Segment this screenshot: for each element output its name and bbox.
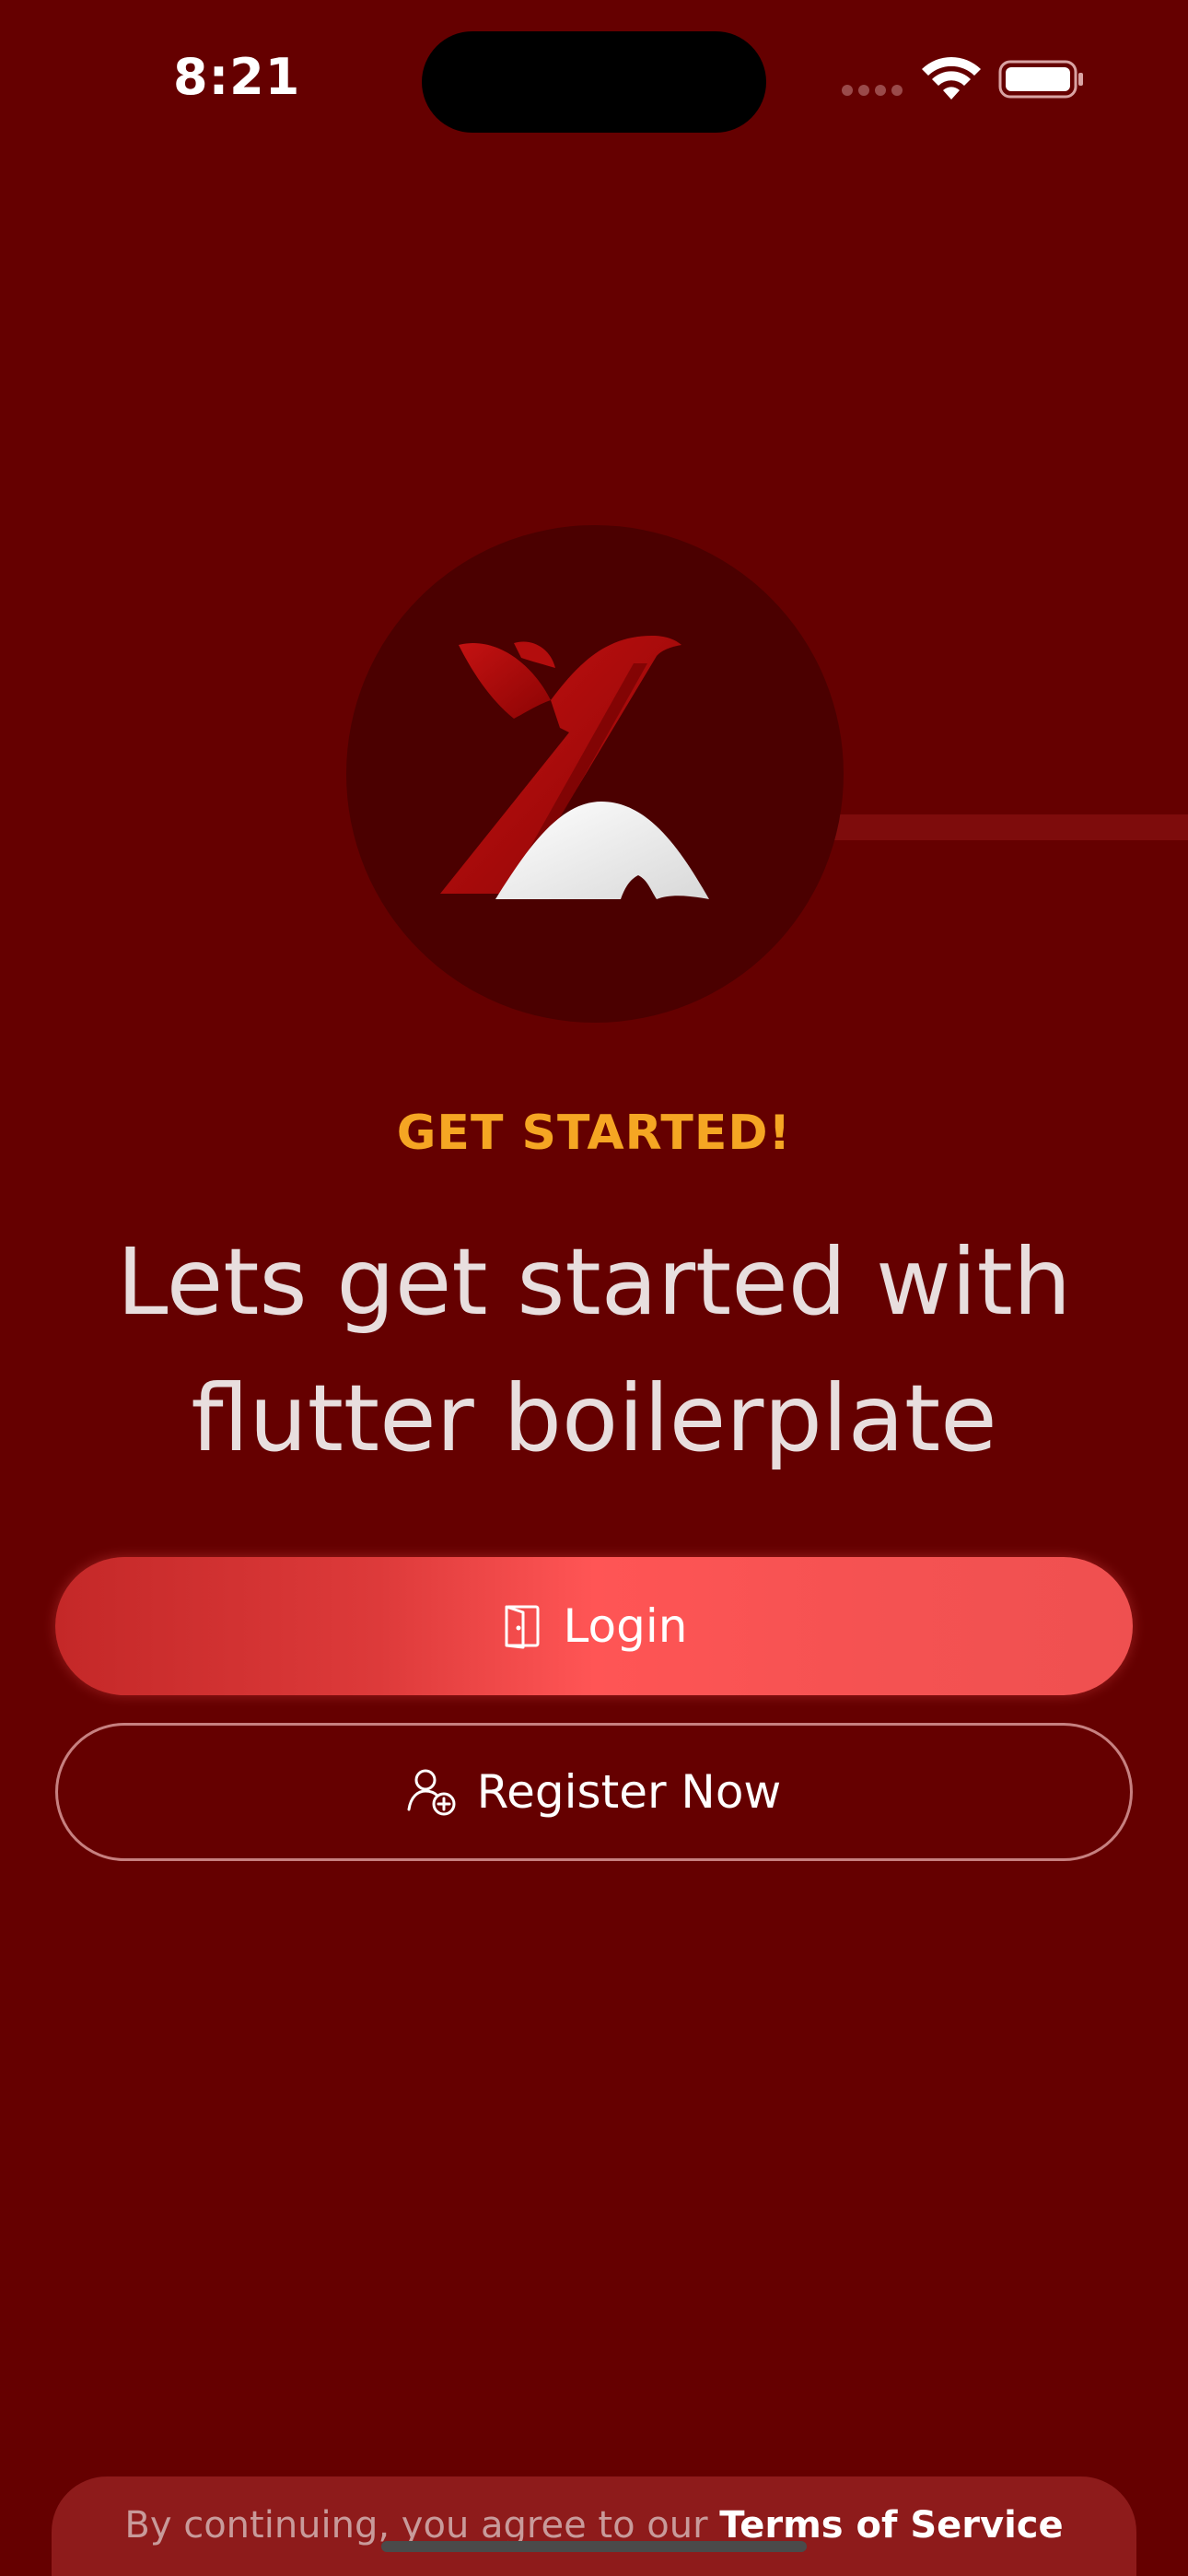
status-time: 8:21 xyxy=(173,48,301,106)
eyebrow-label: GET STARTED! xyxy=(396,1106,792,1161)
welcome-screen: 8:21 GET STARTED! Lets get started with … xyxy=(0,0,1188,2576)
dynamic-island xyxy=(422,31,766,133)
wifi-icon xyxy=(922,57,981,100)
login-button[interactable]: Login xyxy=(55,1557,1133,1695)
cellular-signal-icon xyxy=(842,85,906,98)
home-indicator[interactable] xyxy=(381,2541,807,2552)
add-user-icon xyxy=(407,1769,456,1816)
login-button-label: Login xyxy=(563,1599,688,1653)
register-button[interactable]: Register Now xyxy=(55,1723,1133,1861)
brand-logo-icon xyxy=(440,636,709,899)
battery-icon xyxy=(998,60,1083,99)
headline-line-1: Lets get started with xyxy=(116,1228,1072,1336)
register-button-label: Register Now xyxy=(476,1765,782,1819)
door-icon xyxy=(505,1605,540,1649)
page-title: Lets get started with flutter boilerplat… xyxy=(55,1214,1133,1487)
decorative-stripe xyxy=(792,814,1188,840)
headline-line-2: flutter boilerplate xyxy=(191,1364,997,1472)
